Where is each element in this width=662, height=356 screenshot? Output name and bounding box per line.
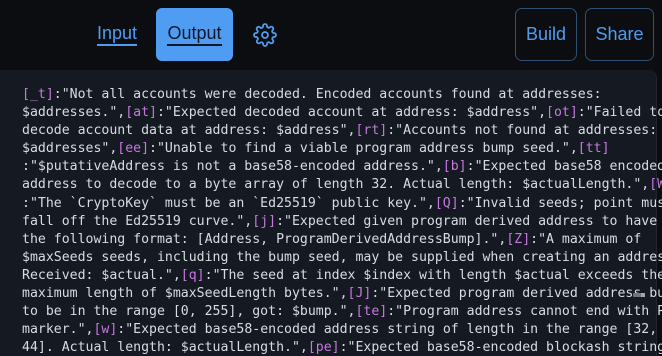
share-button-label: Share [595, 24, 644, 44]
code-key: [pe] [307, 340, 340, 356]
code-text: decode account data at address: $address… [22, 123, 356, 139]
code-text: :"Expected base58-encoded address string… [117, 322, 658, 338]
code-key: [ot] [546, 105, 578, 121]
code-key: [W] [649, 177, 662, 193]
top-toolbar: Input Output Build Share [0, 0, 662, 70]
output-panel[interactable]: [_t]:"Not all accounts were decoded. Enc… [0, 70, 662, 356]
code-text: $maxSeeds seeds, including the bump seed… [22, 249, 662, 265]
code-text: $addresses.", [22, 105, 126, 121]
code-text: :"Invalid seeds; point must [458, 195, 662, 211]
code-key: [b] [442, 159, 467, 175]
code-text: :"A maximum of [530, 231, 642, 247]
code-text: to be in the range [0, 255], got: $bump.… [22, 304, 356, 320]
code-key: [te] [355, 304, 388, 320]
code-line: maximum length of $maxSeedLength bytes."… [22, 285, 662, 303]
build-button-label: Build [525, 24, 567, 44]
code-key: [at] [125, 105, 157, 121]
code-text: :"The seed at index $index with length $… [204, 267, 662, 283]
code-text: :"Accounts not found at addresses: [387, 123, 658, 139]
code-line: marker.",[w]:"Expected base58-encoded ad… [22, 321, 657, 339]
code-text: :"Failed to [577, 105, 662, 121]
code-key: [w] [93, 322, 118, 338]
code-line: address to decode to a byte array of len… [22, 176, 662, 194]
code-text: :"Expected given program derived address… [276, 213, 658, 229]
code-line: the following format: [Address, ProgramD… [22, 231, 641, 249]
code-line: fall off the Ed25519 curve.",[j]:"Expect… [22, 213, 657, 231]
code-text: :"Expected base58-encoded blockash strin… [339, 340, 662, 356]
code-line: $addresses.",[at]:"Expected decoded acco… [22, 104, 662, 122]
tab-output-label: Output [167, 23, 222, 46]
code-key: [_t] [22, 87, 54, 102]
scrollbar-thumb[interactable] [641, 293, 645, 297]
code-text: fall off the Ed25519 curve.", [22, 213, 253, 229]
tab-output[interactable]: Output [156, 8, 233, 61]
code-line: to be in the range [0, 255], got: $bump.… [22, 303, 662, 321]
output-code: [_t]:"Not all accounts were decoded. Enc… [22, 86, 662, 356]
code-text: address to decode to a byte array of len… [22, 177, 650, 193]
code-text: :"Unable to find a viable program addres… [149, 141, 578, 157]
code-line: 44]. Actual length: $actualLength.",[pe]… [22, 339, 662, 356]
share-button[interactable]: Share [585, 8, 654, 61]
code-text: the following format: [Address, ProgramD… [22, 231, 507, 247]
code-key: [rt] [355, 123, 388, 139]
code-line: Received: $actual.",[q]:"The seed at ind… [22, 267, 662, 285]
gear-icon [253, 23, 277, 47]
code-text: 44]. Actual length: $actualLength.", [22, 340, 308, 356]
code-text: :"Program address cannot end with PDA [387, 304, 662, 320]
code-key: [tt] [577, 141, 610, 157]
code-text: Received: $actual.", [22, 267, 181, 283]
code-key: [j] [252, 213, 277, 229]
code-text: $addresses", [22, 141, 118, 157]
code-text: :"The `CryptoKey` must be an `Ed25519` p… [22, 195, 435, 211]
code-text: :"Expected base58 encoded [466, 159, 662, 175]
code-key: [ee] [117, 141, 150, 157]
code-text: maximum length of $maxSeedLength bytes."… [22, 286, 348, 302]
code-key: [q] [180, 267, 205, 283]
code-text: :"$putativeAddress is not a base58-encod… [22, 159, 443, 175]
tab-input-label: Input [96, 23, 138, 46]
settings-button[interactable] [250, 20, 280, 50]
code-line: :"$putativeAddress is not a base58-encod… [22, 158, 662, 176]
code-key: [J] [347, 286, 372, 302]
code-line: [_t]:"Not all accounts were decoded. Enc… [22, 86, 622, 104]
build-button[interactable]: Build [515, 8, 577, 61]
code-text: :"Expected program derived address bump [371, 286, 662, 302]
code-line: :"The `CryptoKey` must be an `Ed25519` p… [22, 195, 662, 213]
code-line: $addresses",[ee]:"Unable to find a viabl… [22, 140, 622, 158]
code-text: :"Expected decoded account at address: $… [156, 105, 547, 121]
code-text: :"Not all accounts were decoded. Encoded… [53, 87, 602, 102]
code-key: [Z] [506, 231, 531, 247]
code-text: marker.", [22, 322, 94, 338]
code-key: [Q] [434, 195, 459, 211]
tab-input[interactable]: Input [84, 8, 150, 61]
code-line: decode account data at address: $address… [22, 122, 657, 140]
code-line: $maxSeeds seeds, including the bump seed… [22, 249, 662, 267]
